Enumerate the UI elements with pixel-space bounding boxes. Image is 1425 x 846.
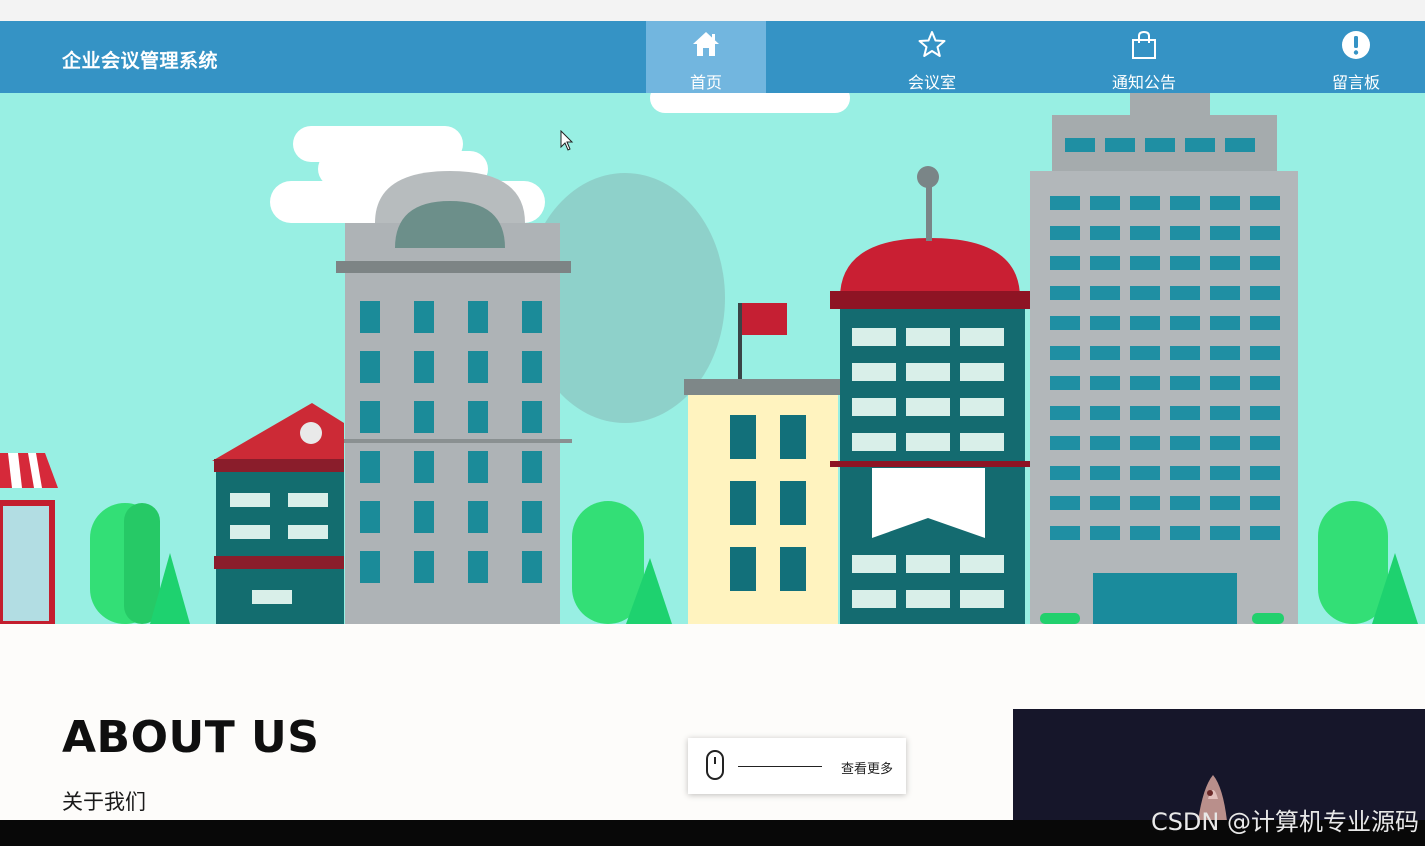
view-more-label: 查看更多	[841, 762, 894, 777]
city-illustration	[0, 93, 1418, 624]
nav-item-meeting-rooms[interactable]: 会议室	[872, 21, 992, 93]
hero-banner-carousel[interactable]	[0, 93, 1425, 624]
shopping-bag-icon	[1129, 30, 1159, 64]
star-icon	[917, 30, 947, 62]
home-icon	[691, 30, 721, 62]
nav-item-label: 首页	[689, 73, 722, 92]
mouse-cursor-icon	[560, 129, 574, 156]
nav-item-home[interactable]: 首页	[646, 21, 766, 93]
divider-line	[738, 766, 822, 767]
nav-item-label: 留言板	[1331, 73, 1380, 92]
about-title: ABOUT US	[62, 712, 320, 763]
nav-item-label: 通知公告	[1111, 73, 1176, 92]
nav-item-message-board[interactable]: 留言板	[1296, 21, 1416, 93]
nav-item-notices[interactable]: 通知公告	[1084, 21, 1204, 93]
view-more-button[interactable]: 查看更多	[688, 738, 906, 794]
mouse-scroll-icon	[706, 750, 724, 780]
nav-item-label: 会议室	[907, 73, 956, 92]
top-navbar: 企业会议管理系统 首页 会议室 通知公告 留言板	[0, 21, 1425, 93]
exclamation-circle-icon	[1341, 30, 1371, 64]
browser-top-strip	[0, 0, 1425, 21]
about-subtitle: 关于我们	[62, 790, 146, 814]
watermark-text: CSDN @计算机专业源码	[1150, 808, 1419, 836]
app-title: 企业会议管理系统	[62, 50, 219, 72]
